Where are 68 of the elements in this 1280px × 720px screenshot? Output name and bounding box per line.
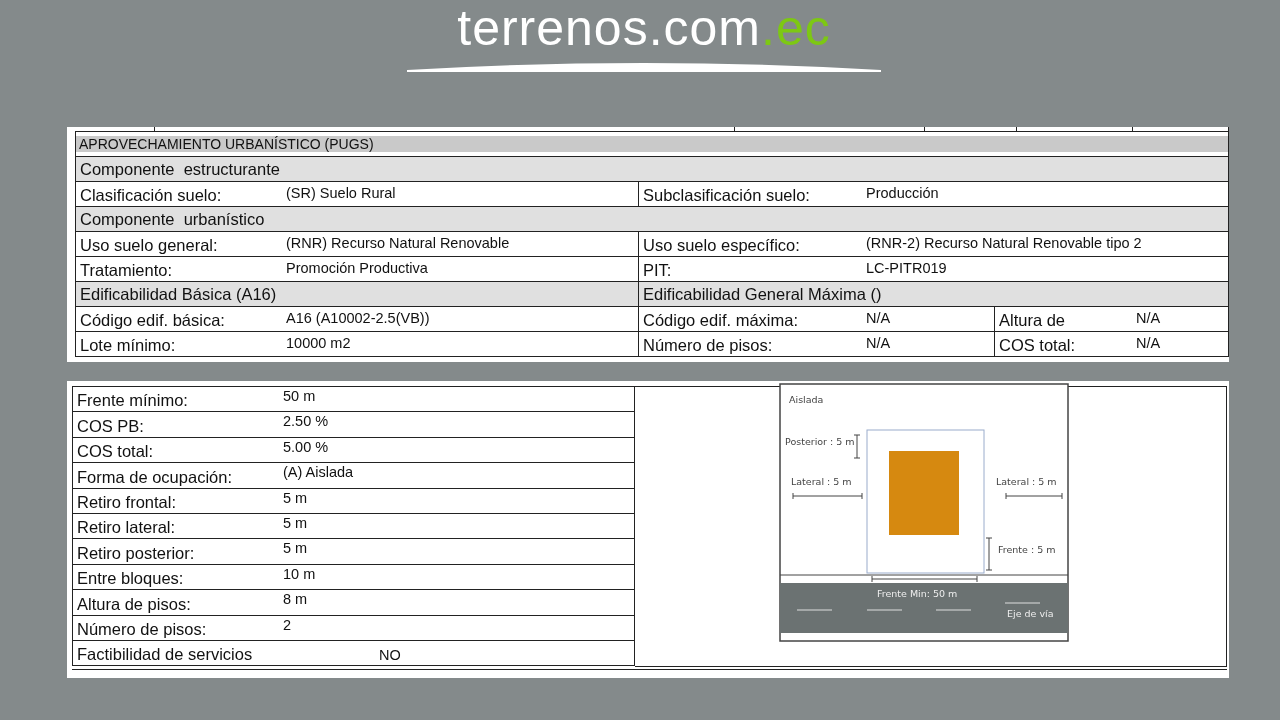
- dimension-label: Frente : 5 m: [997, 544, 1055, 555]
- field-label: Retiro posterior:: [76, 542, 196, 564]
- lane-dash: [1003, 602, 1041, 604]
- field-label: Uso suelo específico:: [638, 232, 866, 256]
- lane-dash: [865, 609, 903, 611]
- field-value: A16 (A10002-2.5(VB)): [286, 309, 431, 328]
- field-label: Forma de ocupación:: [76, 466, 233, 488]
- dimension-line: [792, 492, 862, 500]
- field-value: 8 m: [283, 590, 309, 610]
- dimension-label: Posterior : 5 m: [784, 436, 855, 447]
- field-value: 50 m: [283, 387, 317, 406]
- logo-text: terrenos.com: [457, 0, 762, 58]
- field-label: Lote mínimo:: [79, 335, 177, 356]
- road-label: Frente Min: 50 m: [876, 588, 957, 599]
- field-label: Número de pisos:: [76, 618, 208, 640]
- field-value: (SR) Suelo Rural: [286, 184, 397, 203]
- field-label: Retiro lateral:: [76, 517, 177, 539]
- field-value: N/A: [866, 309, 892, 328]
- field-label: Número de pisos:: [638, 332, 866, 356]
- field-value: 5 m: [283, 488, 309, 508]
- field-value: 2: [283, 615, 293, 635]
- field-value: N/A: [1136, 334, 1162, 353]
- field-label: PIT:: [638, 257, 866, 281]
- field-label: Retiro frontal:: [76, 491, 178, 513]
- lane-dash: [795, 609, 833, 611]
- field-value: 5 m: [283, 513, 309, 533]
- field-label: COS total:: [76, 441, 155, 463]
- field-value: (A) Aislada: [283, 463, 355, 483]
- road-label: Eje de vía: [1006, 608, 1053, 619]
- table-title: APROVECHAMIENTO URBANÍSTICO (PUGS): [76, 136, 1228, 152]
- section-header: Edificabilidad General Máxima (): [638, 282, 1228, 306]
- section-header: Componente urbanístico: [76, 207, 1228, 231]
- field-label: Código edif. básica:: [79, 310, 226, 331]
- field-value: 2.50 %: [283, 412, 330, 432]
- field-value: N/A: [866, 334, 892, 353]
- field-label: Código edif. máxima:: [638, 307, 866, 331]
- field-value: N/A: [1136, 309, 1162, 328]
- field-value: Promoción Productiva: [286, 259, 429, 278]
- field-value: 10 m: [283, 564, 317, 584]
- field-label: Uso suelo general:: [79, 235, 219, 256]
- field-label: Subclasificación suelo:: [638, 182, 866, 206]
- field-label: Frente mínimo:: [76, 390, 189, 412]
- field-label: Clasificación suelo:: [79, 185, 223, 206]
- field-label: Tratamiento:: [79, 260, 173, 281]
- lane-dash: [934, 609, 972, 611]
- field-value: Producción: [866, 184, 940, 203]
- field-label: Entre bloques:: [76, 568, 185, 590]
- dimension-line: [853, 434, 860, 459]
- logo-suffix: .ec: [761, 0, 831, 58]
- field-label: Altura de: [994, 307, 1136, 331]
- diagram-title: Aislada: [788, 394, 823, 405]
- dimension-label: Lateral : 5 m: [790, 476, 852, 487]
- section-header: Edificabilidad Básica (A16): [76, 282, 638, 306]
- field-label: COS PB:: [76, 415, 145, 437]
- dimension-label: Lateral : 5 m: [995, 476, 1057, 487]
- field-value: LC-PITR019: [866, 259, 948, 278]
- field-label: Altura de pisos:: [76, 593, 192, 615]
- dimension-line: [1005, 492, 1062, 500]
- section-header: Componente estructurante: [76, 157, 1228, 181]
- field-value: (RNR) Recurso Natural Renovable: [286, 234, 511, 253]
- field-value: 5.00 %: [283, 437, 330, 457]
- field-value: NO: [378, 645, 402, 665]
- dimension-line: [985, 537, 992, 571]
- field-label: Factibilidad de servicios: [76, 644, 254, 666]
- field-value: 10000 m2: [286, 334, 352, 353]
- field-value: 5 m: [283, 539, 309, 559]
- field-label: COS total:: [994, 332, 1136, 356]
- field-value: (RNR-2) Recurso Natural Renovable tipo 2: [866, 234, 1143, 253]
